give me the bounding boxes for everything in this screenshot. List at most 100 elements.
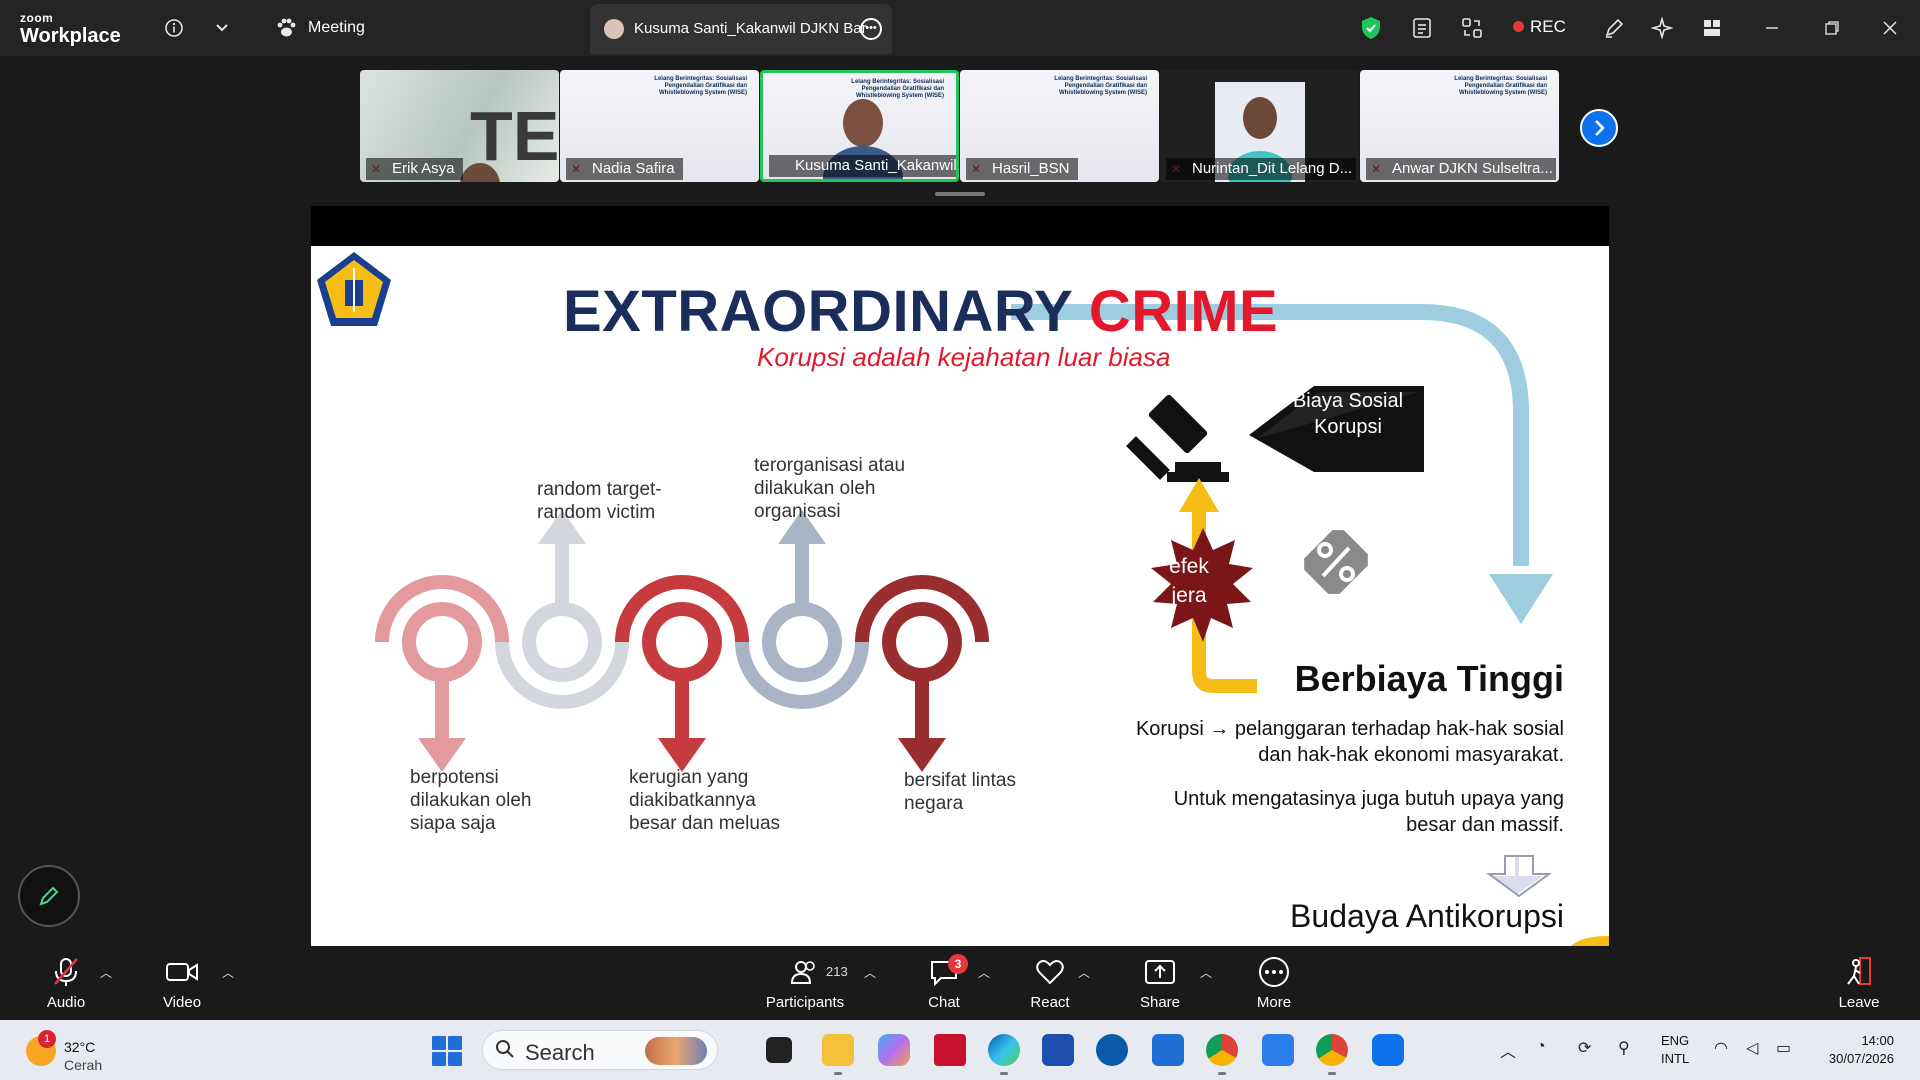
language-indicator[interactable]: ENG INTL [1661, 1032, 1689, 1068]
security-shield-icon[interactable] [1357, 14, 1385, 42]
brand-small: zoom [20, 11, 54, 25]
slide-title: EXTRAORDINARY CRIME [563, 278, 1278, 345]
participants-caret-icon[interactable]: ︿ [864, 964, 876, 981]
volume-icon[interactable]: ◁ [1746, 1038, 1758, 1058]
clock-date: 30/07/2026 [1828, 1051, 1894, 1066]
participant-name: Nadia Safira [566, 158, 683, 180]
share-caret-icon[interactable]: ︿ [1200, 964, 1212, 981]
chevron-down-icon[interactable] [208, 14, 236, 42]
leave-label: Leave [1838, 994, 1880, 1011]
heart-icon [1026, 956, 1074, 988]
leave-button[interactable]: Leave [1834, 956, 1884, 1011]
participant-name: Erik Asya [366, 158, 463, 180]
chat-caret-icon[interactable]: ︿ [978, 964, 990, 981]
zoom-app-icon[interactable] [1372, 1034, 1404, 1066]
apps-sync-icon[interactable] [1458, 14, 1486, 42]
chat-label: Chat [928, 994, 960, 1011]
rec-label[interactable]: REC [1530, 17, 1566, 37]
more-button[interactable]: More [1250, 956, 1298, 1011]
slide-subtitle: Korupsi adalah kejahatan luar biasa [757, 342, 1171, 372]
windows-start-icon[interactable] [432, 1036, 462, 1066]
strip-resize-handle[interactable] [935, 192, 985, 196]
participant-thumbnail[interactable]: ✕ Nurintan_Dit Lelang D... [1160, 70, 1359, 182]
meeting-label[interactable]: Meeting [308, 19, 365, 37]
microsoft-store-icon[interactable] [1042, 1034, 1074, 1066]
network-status-icon[interactable]: ◔ [1536, 1038, 1546, 1056]
participant-thumbnail[interactable]: Lelang Berintegritas: Sosialisasi Pengen… [560, 70, 759, 182]
react-caret-icon[interactable]: ︿ [1078, 964, 1090, 981]
corner-decoration [1571, 936, 1609, 946]
clock-time: 14:00 [1861, 1033, 1894, 1048]
more-icon [1250, 956, 1298, 988]
chrome-icon[interactable] [1206, 1034, 1238, 1075]
share-button[interactable]: Share [1136, 956, 1184, 1011]
view-icon[interactable] [1698, 14, 1726, 42]
chat-button[interactable]: 3 Chat [920, 954, 968, 1011]
thumb-slide-text: Lelang Berintegritas: Sosialisasi Pengen… [851, 79, 944, 99]
gavel-icon [1126, 394, 1229, 482]
efek-label: efek jera [1169, 555, 1209, 607]
notes-icon[interactable] [1408, 14, 1436, 42]
share-letterbox [311, 206, 1609, 246]
title-red: CRIME [1088, 279, 1279, 344]
pin-hole [416, 616, 468, 668]
audio-label: Audio [46, 994, 86, 1011]
participant-name: Kusuma Santi_Kakanwil D... [769, 155, 956, 177]
taskbar-search[interactable]: Search [482, 1030, 718, 1070]
pin-stem [675, 678, 689, 738]
next-page-button[interactable] [1580, 109, 1618, 147]
close-icon[interactable] [1876, 14, 1904, 42]
mic-muted-icon [42, 956, 90, 988]
budaya-heading: Budaya Antikorupsi [1290, 898, 1564, 934]
system-clock[interactable]: 14:00 30/07/2026 [1829, 1032, 1894, 1068]
meeting-paw-icon[interactable] [272, 14, 300, 42]
video-caret-icon[interactable]: ︿ [222, 964, 234, 981]
edge-browser-icon[interactable] [988, 1034, 1020, 1075]
annotation-pencil-button[interactable] [18, 865, 80, 927]
chat-badge: 3 [948, 954, 968, 974]
kemenkeu-logo-icon [317, 252, 391, 326]
pin-chain [375, 510, 989, 772]
audio-caret-icon[interactable]: ︿ [100, 964, 112, 981]
search-icon [495, 1039, 515, 1065]
participant-strip: TE ✕ Erik Asya Lelang Berintegritas: Sos… [360, 70, 1560, 182]
keyboard-layout: INTL [1661, 1051, 1690, 1066]
down-arrow-icon [1485, 855, 1553, 898]
copilot-icon[interactable] [878, 1034, 910, 1066]
sync-icon[interactable]: ⟳ [1578, 1038, 1591, 1058]
more-options-icon[interactable]: ••• [860, 18, 882, 40]
outlook-icon[interactable] [1152, 1034, 1184, 1066]
video-button[interactable]: Video [158, 956, 206, 1011]
participant-thumbnail[interactable]: Lelang Berintegritas: Sosialisasi Pengen… [960, 70, 1159, 182]
zoom-window: zoom Workplace Meeting Kusuma Santi_Kaka… [0, 0, 1920, 1080]
info-icon[interactable] [160, 14, 188, 42]
annotate-pen-icon[interactable] [1600, 14, 1628, 42]
task-view-icon[interactable] [766, 1037, 792, 1063]
participant-name: Nurintan_Dit Lelang D... [1166, 158, 1356, 180]
ai-companion-icon[interactable] [1648, 14, 1676, 42]
pin-stem [915, 678, 929, 738]
chrome-profile-icon[interactable] [1316, 1034, 1348, 1075]
participant-thumbnail[interactable]: Lelang Berintegritas: Sosialisasi Pengen… [1360, 70, 1559, 182]
top-bar: zoom Workplace Meeting Kusuma Santi_Kaka… [0, 0, 1920, 56]
participant-thumbnail-active[interactable]: Lelang Berintegritas: Sosialisasi Pengen… [760, 70, 959, 182]
mcafee-icon[interactable] [934, 1034, 966, 1066]
file-explorer-icon[interactable] [822, 1034, 854, 1075]
up-label-2: terorganisasi atau dilakukan oleh organi… [754, 455, 906, 522]
photos-icon[interactable] [1262, 1034, 1294, 1066]
battery-icon[interactable]: ▭ [1776, 1038, 1791, 1058]
participant-thumbnail[interactable]: TE ✕ Erik Asya [360, 70, 559, 182]
meeting-toolbar: Audio ︿ Video ︿ Participants 213 ︿ 3 Cha… [0, 946, 1920, 1020]
dell-icon[interactable] [1096, 1034, 1128, 1066]
react-button[interactable]: React [1026, 956, 1074, 1011]
up-label-1: random target- random victim [537, 479, 662, 523]
audio-button[interactable]: Audio [42, 956, 90, 1011]
minimize-icon[interactable] [1758, 14, 1786, 42]
thumb-slide-text: Lelang Berintegritas: Sosialisasi Pengen… [1454, 76, 1547, 96]
restore-icon[interactable] [1818, 14, 1846, 42]
meeting-tab[interactable]: Kusuma Santi_Kakanwil DJKN Bar ••• [590, 4, 892, 54]
mengatasi-paragraph: Untuk mengatasinya juga butuh upaya yang… [1173, 788, 1564, 836]
show-hidden-icons-icon[interactable]: ︿ [1500, 1038, 1516, 1062]
wifi-icon[interactable]: ◠ [1714, 1038, 1728, 1058]
bluetooth-icon[interactable]: ⚲ [1618, 1038, 1630, 1058]
